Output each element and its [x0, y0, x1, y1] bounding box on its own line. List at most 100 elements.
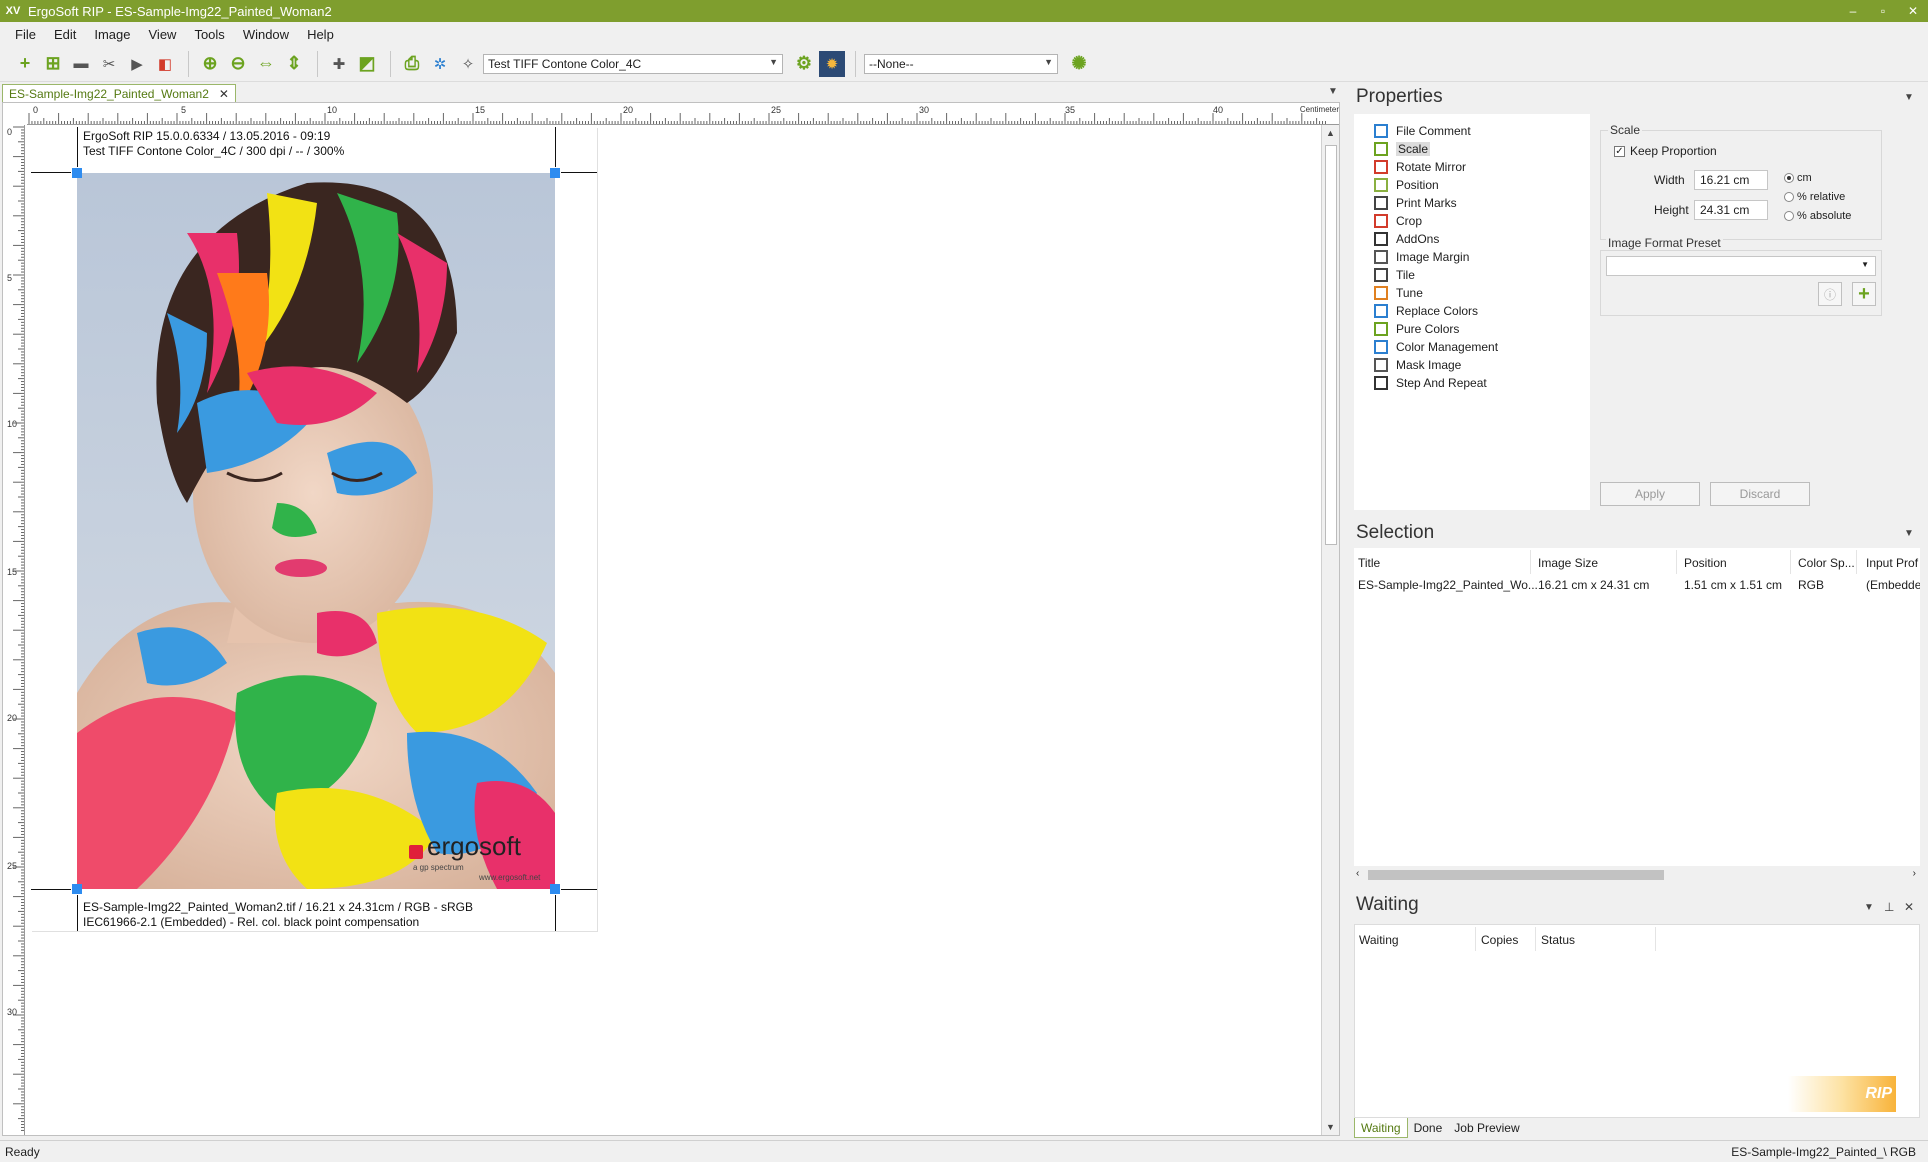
- gear-icon[interactable]: ✹: [819, 50, 845, 77]
- menu-edit[interactable]: Edit: [45, 27, 85, 42]
- column-separator[interactable]: [1530, 550, 1531, 574]
- close-icon[interactable]: ✕: [219, 87, 229, 101]
- format-preset-select[interactable]: ▼: [1606, 256, 1876, 276]
- table-cell-title[interactable]: ES-Sample-Img22_Painted_Wo...: [1358, 578, 1538, 592]
- crosshair-icon[interactable]: ✚: [326, 51, 352, 77]
- unit-relative-radio[interactable]: % relative: [1784, 191, 1845, 203]
- document-tab[interactable]: ES-Sample-Img22_Painted_Woman2 ✕: [2, 84, 236, 102]
- column-header-title[interactable]: Title: [1358, 556, 1380, 570]
- column-separator[interactable]: [1535, 927, 1536, 951]
- zoom-out-icon[interactable]: ⊖: [225, 51, 251, 77]
- printer-setup-icon[interactable]: ⎙: [399, 51, 425, 77]
- vertical-scrollbar[interactable]: ▲ ▼: [1321, 125, 1339, 1135]
- tree-item-tune[interactable]: Tune: [1374, 284, 1423, 302]
- rip-button[interactable]: RIP: [1788, 1076, 1896, 1112]
- document-canvas[interactable]: 0 5 10 15 20 25 30 35 40 Centimeter 0 5 …: [2, 102, 1340, 1136]
- tab-done[interactable]: Done: [1408, 1118, 1449, 1138]
- unit-absolute-radio[interactable]: % absolute: [1784, 210, 1851, 222]
- column-header-status[interactable]: Status: [1541, 933, 1575, 947]
- table-cell-image-size[interactable]: 16.21 cm x 24.31 cm: [1538, 578, 1649, 592]
- tree-item-image-margin[interactable]: Image Margin: [1374, 248, 1469, 266]
- scrollbar-thumb[interactable]: [1368, 870, 1664, 880]
- tree-item-scale[interactable]: Scale: [1374, 140, 1431, 158]
- column-header-waiting[interactable]: Waiting: [1359, 933, 1399, 947]
- menu-help[interactable]: Help: [298, 27, 343, 42]
- tree-item-print-marks[interactable]: Print Marks: [1374, 194, 1457, 212]
- keep-proportion-checkbox[interactable]: ✓ Keep Proportion: [1614, 144, 1717, 158]
- column-separator[interactable]: [1790, 550, 1791, 574]
- pin-icon[interactable]: ⊥: [1884, 900, 1894, 914]
- menu-file[interactable]: File: [6, 27, 45, 42]
- resize-handle-top-right[interactable]: [550, 168, 560, 178]
- width-input[interactable]: 16.21 cm: [1694, 170, 1768, 190]
- config-icon[interactable]: ✲: [427, 51, 453, 77]
- arrange-icon[interactable]: ▶: [124, 51, 150, 77]
- scroll-down-icon[interactable]: ▼: [1326, 1122, 1335, 1132]
- table-cell-color-space[interactable]: RGB: [1798, 578, 1824, 592]
- fit-width-icon[interactable]: ⇔: [253, 51, 279, 77]
- tab-waiting[interactable]: Waiting: [1354, 1118, 1408, 1138]
- tree-item-pure-colors[interactable]: Pure Colors: [1374, 320, 1459, 338]
- column-separator[interactable]: [1856, 550, 1857, 574]
- column-header-color-space[interactable]: Color Sp...: [1798, 556, 1855, 570]
- resize-handle-top-left[interactable]: [72, 168, 82, 178]
- cut-icon[interactable]: ✂: [96, 51, 122, 77]
- scroll-up-icon[interactable]: ▲: [1326, 128, 1335, 138]
- tree-item-replace-colors[interactable]: Replace Colors: [1374, 302, 1478, 320]
- column-header-image-size[interactable]: Image Size: [1538, 556, 1598, 570]
- add-preset-icon[interactable]: +: [1852, 282, 1876, 306]
- close-button[interactable]: ✕: [1898, 0, 1928, 22]
- resize-handle-bottom-left[interactable]: [72, 884, 82, 894]
- resize-handle-bottom-right[interactable]: [550, 884, 560, 894]
- waiting-menu-arrow-icon[interactable]: ▼: [1864, 902, 1874, 913]
- rip-settings-icon[interactable]: ✺: [1066, 51, 1092, 77]
- tree-item-step-and-repeat[interactable]: Step And Repeat: [1374, 374, 1487, 392]
- document-menu-arrow-icon[interactable]: ▼: [1328, 86, 1338, 97]
- tree-item-addons[interactable]: AddOns: [1374, 230, 1439, 248]
- tree-item-tile[interactable]: Tile: [1374, 266, 1415, 284]
- menu-image[interactable]: Image: [85, 27, 139, 42]
- tab-job-preview[interactable]: Job Preview: [1448, 1118, 1525, 1138]
- column-separator[interactable]: [1676, 550, 1677, 574]
- properties-menu-arrow-icon[interactable]: ▼: [1904, 92, 1914, 103]
- print-environment-select[interactable]: Test TIFF Contone Color_4C ▼: [483, 53, 783, 74]
- tree-item-file-comment[interactable]: File Comment: [1374, 122, 1471, 140]
- tree-item-crop[interactable]: Crop: [1374, 212, 1422, 230]
- menu-window[interactable]: Window: [234, 27, 298, 42]
- menu-view[interactable]: View: [140, 27, 186, 42]
- new-job-icon[interactable]: +: [12, 51, 38, 77]
- minimize-button[interactable]: –: [1838, 0, 1868, 22]
- close-icon[interactable]: ✕: [1904, 900, 1914, 914]
- scroll-right-icon[interactable]: ›: [1913, 868, 1916, 879]
- selection-menu-arrow-icon[interactable]: ▼: [1904, 528, 1914, 539]
- menu-tools[interactable]: Tools: [185, 27, 233, 42]
- tree-item-mask-image[interactable]: Mask Image: [1374, 356, 1461, 374]
- column-header-copies[interactable]: Copies: [1481, 933, 1518, 947]
- column-header-input-profile[interactable]: Input Prof: [1866, 556, 1918, 570]
- layers-icon[interactable]: ◩: [354, 51, 380, 77]
- tree-item-rotate-mirror[interactable]: Rotate Mirror: [1374, 158, 1466, 176]
- height-input[interactable]: 24.31 cm: [1694, 200, 1768, 220]
- zoom-in-icon[interactable]: ⊕: [197, 51, 223, 77]
- queue-select[interactable]: --None-- ▼: [864, 53, 1058, 74]
- info-icon[interactable]: ⓘ: [1818, 282, 1842, 306]
- table-cell-position[interactable]: 1.51 cm x 1.51 cm: [1684, 578, 1782, 592]
- scroll-left-icon[interactable]: ‹: [1356, 868, 1359, 879]
- color-icon[interactable]: ◧: [152, 51, 178, 77]
- discard-button[interactable]: Discard: [1710, 482, 1810, 506]
- horizontal-scrollbar[interactable]: ‹ ›: [1354, 866, 1920, 884]
- environment-settings-icon[interactable]: ⚙: [791, 51, 817, 77]
- add-image-icon[interactable]: ⊞: [40, 51, 66, 77]
- table-cell-input-profile[interactable]: (Embedde: [1866, 578, 1920, 592]
- apply-button[interactable]: Apply: [1600, 482, 1700, 506]
- printer-icon[interactable]: ▬: [68, 51, 94, 77]
- tree-item-position[interactable]: Position: [1374, 176, 1439, 194]
- tree-item-color-management[interactable]: Color Management: [1374, 338, 1498, 356]
- column-header-position[interactable]: Position: [1684, 556, 1727, 570]
- column-separator[interactable]: [1655, 927, 1656, 951]
- restore-button[interactable]: ▫: [1868, 0, 1898, 22]
- wizard-icon[interactable]: ✧: [455, 51, 481, 77]
- scrollbar-thumb[interactable]: [1325, 145, 1337, 545]
- unit-cm-radio[interactable]: cm: [1784, 172, 1812, 184]
- fit-height-icon[interactable]: ⇕: [281, 51, 307, 77]
